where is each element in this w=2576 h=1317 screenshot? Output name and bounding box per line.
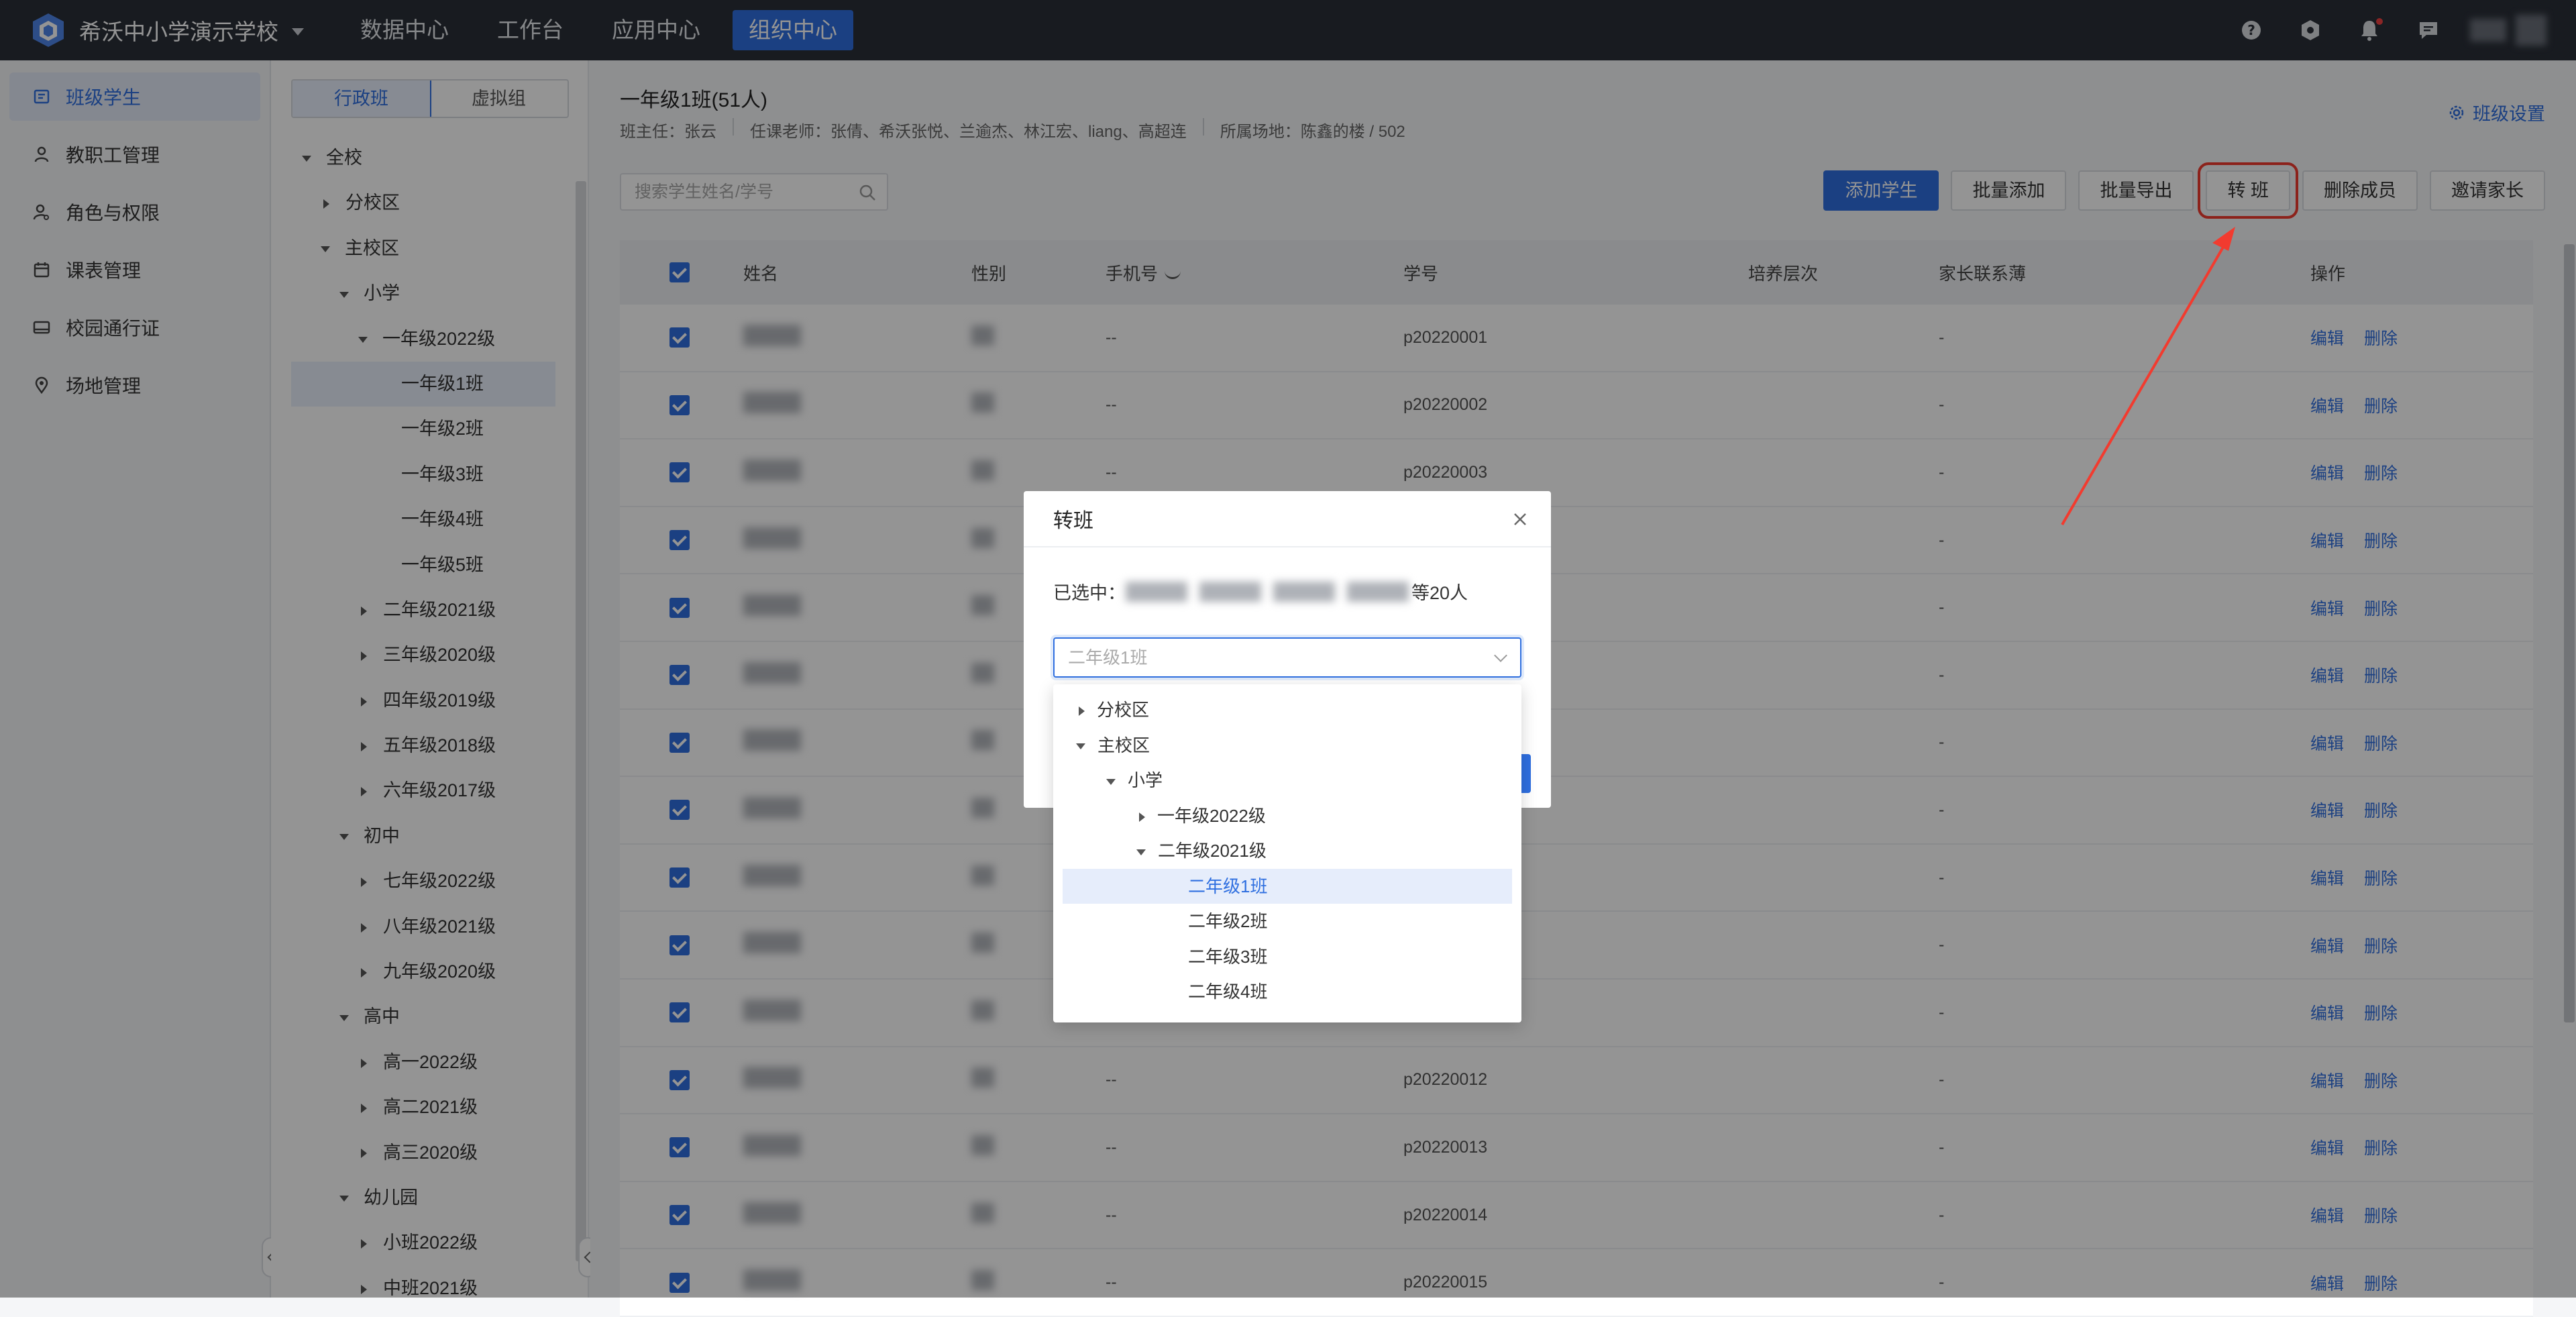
class-tree-dropdown: 分校区主校区小学一年级2022级 二年级2021级二年级1班二年级2班二年级3班二…: [1053, 684, 1521, 1022]
dropdown-node-label: 小学: [1128, 770, 1163, 790]
caret-down-icon[interactable]: [1136, 849, 1146, 855]
dropdown-node-label: 一年级2022级: [1157, 805, 1266, 826]
caret-right-icon[interactable]: [1139, 812, 1145, 822]
selected-count: 等20人: [1411, 583, 1468, 603]
selected-students: 已选中： 等20人: [1053, 578, 1468, 604]
dropdown-node-label: 二年级2班: [1188, 911, 1268, 931]
dropdown-node-label: 二年级4班: [1188, 982, 1268, 1002]
dropdown-node-label: 主校区: [1097, 735, 1150, 755]
dropdown-tree-node[interactable]: 主校区: [1063, 728, 1512, 763]
student-name-blurred: [1126, 581, 1187, 602]
dropdown-tree-node[interactable]: 小学: [1063, 763, 1512, 798]
student-name-blurred: [1199, 581, 1261, 602]
dropdown-node-label: 二年级2021级: [1158, 841, 1267, 861]
dropdown-tree-node[interactable]: 一年级2022级: [1063, 798, 1512, 834]
dropdown-tree-node[interactable]: 二年级1班: [1063, 868, 1512, 904]
caret-down-icon[interactable]: [1106, 778, 1116, 785]
caret-right-icon[interactable]: [1079, 706, 1085, 717]
dropdown-tree-node[interactable]: 分校区: [1063, 692, 1512, 728]
dropdown-node-label: 二年级3班: [1188, 946, 1268, 967]
caret-down-icon[interactable]: [1076, 743, 1085, 750]
chevron-down-icon: [1494, 649, 1507, 662]
close-button[interactable]: [1508, 507, 1532, 531]
dialog-title: 转班: [1024, 491, 1551, 547]
dropdown-tree-node[interactable]: 二年级2021级: [1063, 833, 1512, 869]
dropdown-tree-node[interactable]: 二年级2班: [1063, 904, 1512, 939]
close-icon: [1514, 513, 1526, 525]
select-placeholder: 二年级1班: [1068, 647, 1148, 668]
target-class-select[interactable]: 二年级1班: [1053, 637, 1521, 678]
student-name-blurred: [1347, 581, 1409, 602]
dropdown-node-label: 分校区: [1097, 700, 1150, 720]
dropdown-node-label: 二年级1班: [1188, 876, 1268, 896]
student-name-blurred: [1273, 581, 1335, 602]
selected-prefix: 已选中：: [1053, 583, 1126, 603]
dropdown-tree-node[interactable]: 二年级4班: [1063, 974, 1512, 1010]
dropdown-tree-node[interactable]: 二年级3班: [1063, 939, 1512, 975]
